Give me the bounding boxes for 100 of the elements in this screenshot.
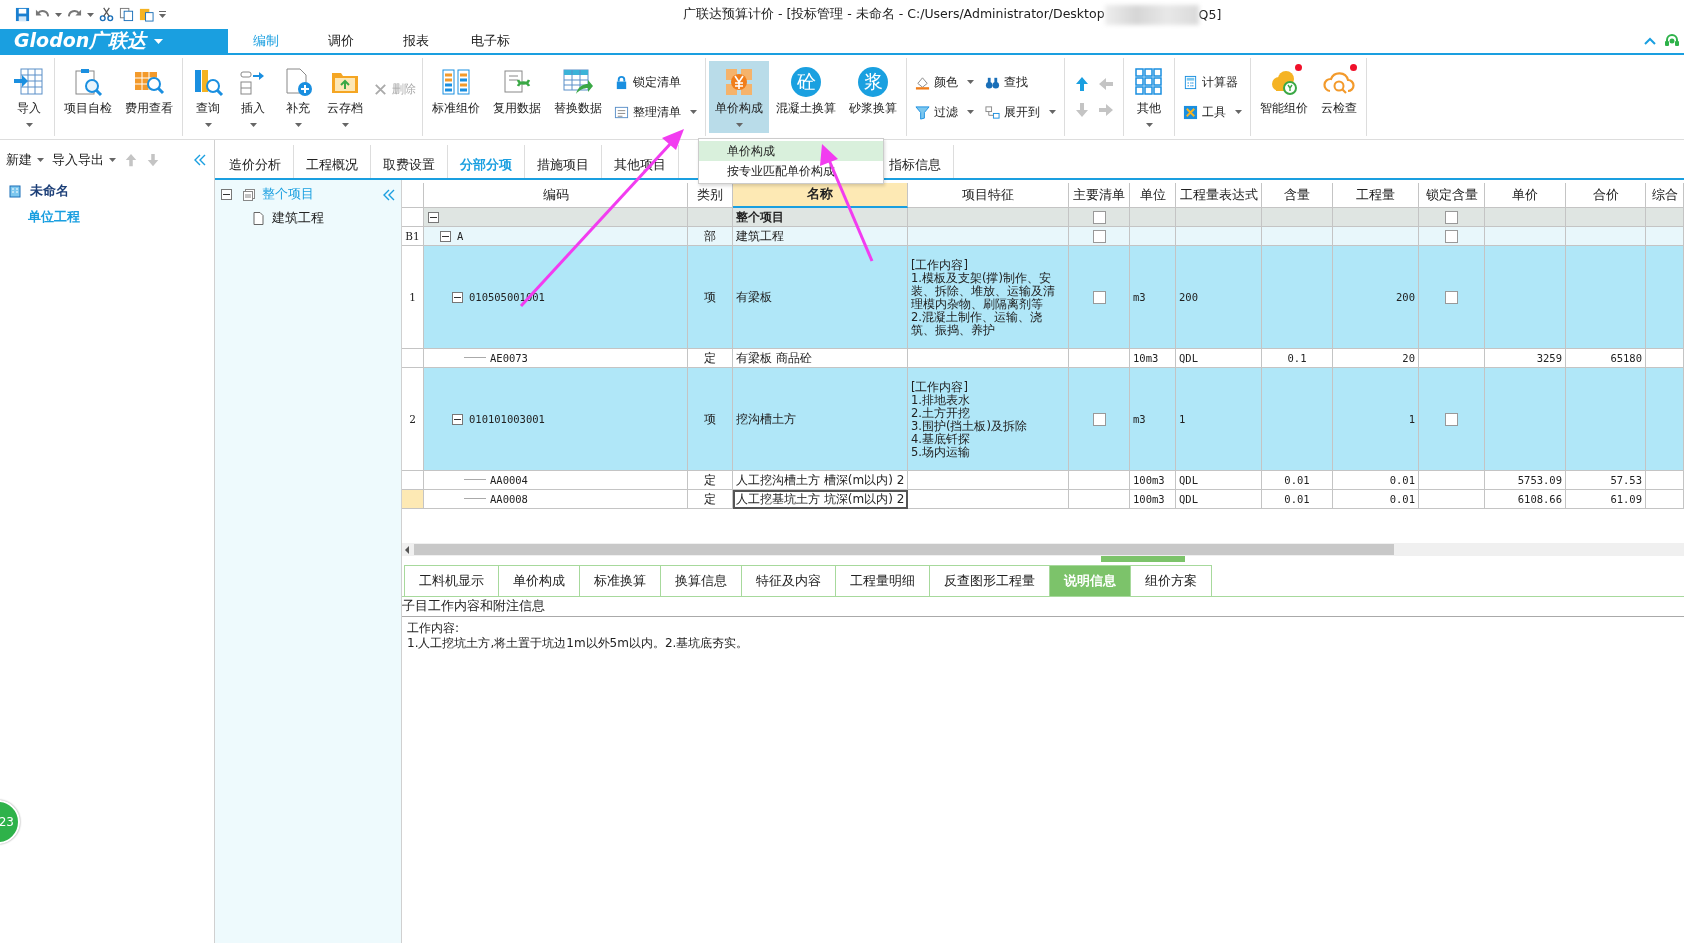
- table-cell: 0.01: [1262, 490, 1333, 509]
- toolbar-button[interactable]: 补充: [276, 61, 320, 133]
- expand-toggle[interactable]: [221, 189, 232, 200]
- tab[interactable]: 组价方案: [1131, 565, 1212, 596]
- row-header[interactable]: [402, 490, 424, 509]
- toolbar-button[interactable]: 云存档: [321, 61, 369, 133]
- caret-icon[interactable]: [87, 12, 94, 17]
- tab[interactable]: 换算信息: [661, 565, 742, 596]
- tools-icon: [1183, 104, 1198, 120]
- menu-tab[interactable]: 报表: [378, 29, 453, 53]
- toolbar-button[interactable]: 插入: [231, 61, 275, 133]
- tab[interactable]: 特征及内容: [742, 565, 836, 596]
- checkbox[interactable]: [1445, 412, 1458, 426]
- menu-button[interactable]: 新建: [6, 151, 44, 169]
- row-header[interactable]: B1: [402, 227, 424, 246]
- tab[interactable]: 取费设置: [371, 145, 448, 178]
- clipboard-search-icon: [72, 66, 104, 98]
- collapse-ribbon-icon[interactable]: [1644, 37, 1656, 45]
- toolbar-button[interactable]: 计算器: [1180, 68, 1245, 96]
- toolbar-button[interactable]: 标准组价: [426, 61, 486, 133]
- table-cell: QDL: [1176, 490, 1262, 509]
- scrollbar-thumb[interactable]: [414, 544, 1394, 555]
- checkbox[interactable]: [1445, 229, 1458, 243]
- toolbar-button[interactable]: 单价构成: [709, 61, 769, 133]
- column-header[interactable]: 含量: [1262, 183, 1333, 208]
- menu-button[interactable]: 导入导出: [52, 151, 116, 169]
- column-header[interactable]: 编码: [424, 183, 688, 208]
- toolbar-button[interactable]: 其他: [1127, 61, 1171, 133]
- row-header[interactable]: 1: [402, 246, 424, 349]
- toolbar-button[interactable]: 费用查看: [119, 61, 179, 133]
- column-header[interactable]: 工程量: [1333, 183, 1419, 208]
- checkbox[interactable]: [1092, 229, 1106, 243]
- expand-toggle[interactable]: [428, 211, 439, 223]
- collapse-panel-icon[interactable]: [383, 188, 395, 201]
- tab[interactable]: 工程概况: [294, 145, 371, 178]
- splitter-handle[interactable]: [1101, 556, 1185, 562]
- column-header[interactable]: 项目特征: [908, 183, 1069, 208]
- menu-tab[interactable]: 调价: [303, 29, 378, 53]
- toolbar-button[interactable]: 砼 混凝土换算: [770, 61, 842, 133]
- checkbox[interactable]: [1445, 290, 1458, 304]
- tab[interactable]: 工料机显示: [404, 565, 499, 596]
- character-icon: 浆: [858, 67, 888, 97]
- toolbar-button[interactable]: 云检查: [1315, 61, 1363, 133]
- row-header[interactable]: 2: [402, 368, 424, 471]
- tab[interactable]: 造价分析: [217, 145, 294, 178]
- tab[interactable]: 标准换算: [580, 565, 661, 596]
- tree-item[interactable]: 未命名: [30, 182, 69, 200]
- expand-icon: [985, 104, 1000, 120]
- caret-icon[interactable]: [55, 12, 62, 17]
- column-header[interactable]: 单位: [1130, 183, 1176, 208]
- paint-bucket-icon: [915, 74, 930, 90]
- column-header[interactable]: 综合: [1646, 183, 1684, 208]
- scissors-icon[interactable]: [99, 7, 114, 22]
- tab[interactable]: 措施项目: [525, 145, 602, 178]
- toolbar-button[interactable]: 工具: [1180, 98, 1245, 126]
- column-header[interactable]: 主要清单: [1069, 183, 1130, 208]
- column-header[interactable]: 工程量表达式: [1176, 183, 1262, 208]
- toolbar-button[interactable]: 整理清单: [611, 98, 700, 126]
- expand-toggle[interactable]: [440, 230, 451, 242]
- column-header[interactable]: 类别: [688, 183, 733, 208]
- row-header[interactable]: [402, 471, 424, 490]
- toolbar-button[interactable]: 展开到: [982, 98, 1059, 126]
- checkbox[interactable]: [1092, 412, 1106, 426]
- paste-icon[interactable]: [139, 7, 154, 22]
- column-header[interactable]: 单价: [1485, 183, 1566, 208]
- row-header[interactable]: [402, 349, 424, 368]
- toolbar-button[interactable]: 替换数据: [548, 61, 608, 133]
- copy-icon[interactable]: [119, 7, 134, 22]
- arrow-up-icon[interactable]: [124, 153, 138, 167]
- customize-caret-icon[interactable]: [159, 11, 166, 18]
- arrow-down-icon[interactable]: [146, 153, 160, 167]
- expand-toggle[interactable]: [452, 413, 463, 425]
- headset-icon[interactable]: [1664, 33, 1680, 49]
- toolbar-button[interactable]: 浆 砂浆换算: [843, 61, 903, 133]
- table-cell: 人工挖沟槽土方 槽深(m以内) 2: [733, 471, 908, 490]
- menu-item[interactable]: 单价构成: [699, 141, 883, 161]
- arrow-up-icon[interactable]: [1074, 76, 1090, 92]
- checkbox[interactable]: [1092, 290, 1106, 304]
- toolbar-button[interactable]: 颜色: [912, 68, 977, 96]
- save-icon[interactable]: [15, 7, 30, 22]
- expand-toggle[interactable]: [452, 291, 463, 303]
- tree-item[interactable]: 建筑工程: [272, 210, 324, 227]
- horizontal-scrollbar[interactable]: [402, 543, 1684, 556]
- column-header[interactable]: 合价: [1566, 183, 1646, 208]
- checkbox[interactable]: [1092, 210, 1106, 224]
- tab[interactable]: 单价构成: [499, 565, 580, 596]
- toolbar-button[interactable]: 复用数据: [487, 61, 547, 133]
- checkbox[interactable]: [1445, 210, 1458, 224]
- toolbar-button[interactable]: 查找: [982, 68, 1059, 96]
- column-header[interactable]: 名称: [733, 183, 908, 208]
- toolbar-button[interactable]: 智能组价: [1254, 61, 1314, 133]
- toolbar-button[interactable]: 查询: [186, 61, 230, 133]
- toolbar-button[interactable]: 锁定清单: [611, 68, 700, 96]
- toolbar-button[interactable]: 过滤: [912, 98, 977, 126]
- toolbar-button[interactable]: 导入: [7, 61, 51, 133]
- toolbar-button[interactable]: 项目自检: [58, 61, 118, 133]
- tab[interactable]: 工程量明细: [836, 565, 930, 596]
- collapse-panel-icon[interactable]: [194, 154, 206, 166]
- column-header[interactable]: 锁定含量: [1419, 183, 1485, 208]
- menu-tab[interactable]: 电子标: [453, 29, 528, 53]
